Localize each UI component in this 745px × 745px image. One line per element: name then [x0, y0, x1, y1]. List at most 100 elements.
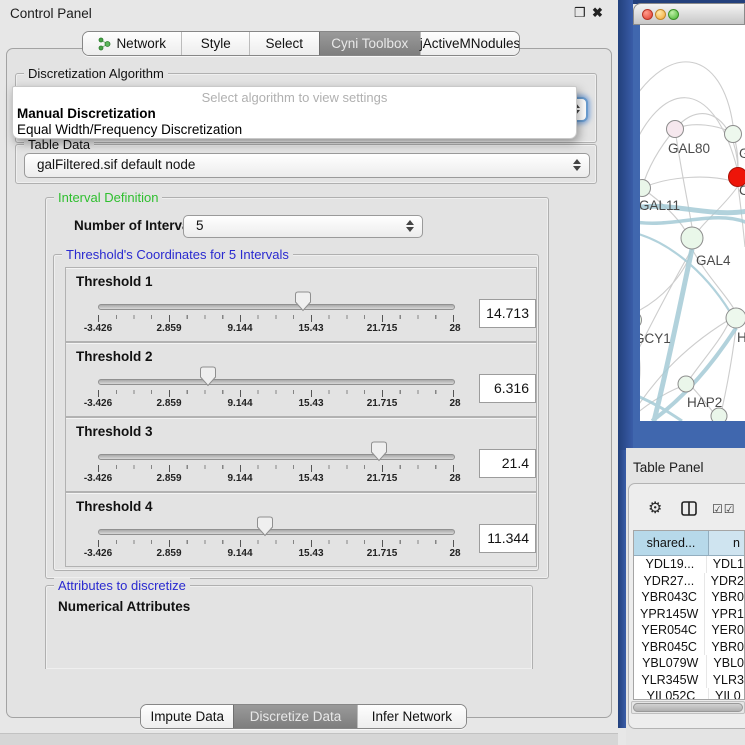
cell[interactable]: YBL0: [707, 655, 744, 672]
node-h[interactable]: [726, 308, 745, 328]
node-gal11[interactable]: [640, 180, 651, 197]
table-data-select[interactable]: galFiltered.sif default node: [24, 153, 590, 178]
gear-icon[interactable]: ⚙: [648, 498, 662, 518]
table-row[interactable]: YBR043CYBR0: [634, 589, 744, 606]
tick-label: 15.43: [298, 548, 323, 559]
table-row[interactable]: YDL19...YDL1: [634, 556, 744, 573]
network-window-titlebar[interactable]: [633, 3, 745, 25]
stepper-arrows-icon: [406, 220, 414, 232]
cell[interactable]: YBR043C: [634, 589, 705, 606]
group-title: Threshold's Coordinates for 5 Intervals: [62, 247, 293, 262]
zoom-traffic-light-icon[interactable]: [668, 9, 679, 20]
close-traffic-light-icon[interactable]: [642, 9, 653, 20]
control-panel-window: Control Panel ❒ ✖ Network Style Select C…: [0, 0, 618, 745]
cell[interactable]: YIL0: [709, 688, 744, 700]
network-graph: GAL80 G C GAL11 GAL4 GCY1 H HAP2: [640, 25, 745, 421]
dropdown-option-equal-width-frequency[interactable]: Equal Width/Frequency Discretization: [17, 122, 242, 137]
cell[interactable]: YDR2: [705, 573, 744, 590]
node-label: GCY1: [640, 331, 671, 346]
tick-label: 28: [449, 323, 460, 334]
table-row[interactable]: YBR045CYBR0: [634, 639, 744, 656]
threshold-3-value-input[interactable]: 21.4: [479, 449, 536, 478]
node-attribute-table: shared... n YDL19...YDL1 YDR27...YDR2 YB…: [633, 530, 745, 700]
threshold-4-value-input[interactable]: 11.344: [479, 524, 536, 553]
threshold-1-slider-track[interactable]: [98, 304, 455, 310]
node-gal80[interactable]: [667, 121, 684, 138]
network-canvas[interactable]: GAL80 G C GAL11 GAL4 GCY1 H HAP2: [640, 25, 745, 421]
table-row[interactable]: YBL079WYBL0: [634, 655, 744, 672]
cell[interactable]: YBR045C: [634, 639, 705, 656]
tab-jactivemnodules[interactable]: jActiveMNodules: [420, 32, 519, 55]
threshold-1-panel: Threshold 1 -3.426 2.859 9.144 15.43 21.…: [65, 267, 537, 342]
cell[interactable]: YDL1: [707, 556, 744, 573]
threshold-3-panel: Threshold 3 -3.426 2.859 9.144 15.43 21.…: [65, 417, 537, 492]
columns-icon[interactable]: [681, 501, 697, 516]
cell[interactable]: YER054C: [634, 622, 705, 639]
tab-discretize-data[interactable]: Discretize Data: [233, 705, 356, 728]
table-row[interactable]: YLR345WYLR3: [634, 672, 744, 689]
threshold-3-slider-handle[interactable]: [370, 441, 388, 462]
threshold-2-value-input[interactable]: 6.316: [479, 374, 536, 403]
threshold-label: Threshold 3: [76, 424, 153, 439]
node-gal4[interactable]: [681, 227, 703, 249]
node-label: H: [737, 330, 745, 345]
cell[interactable]: YLR3: [707, 672, 744, 689]
threshold-1-slider-handle[interactable]: [294, 291, 312, 312]
threshold-3-slider-track[interactable]: [98, 454, 455, 460]
node-top-right[interactable]: [725, 126, 742, 143]
scrollbar-thumb[interactable]: [633, 703, 743, 712]
node-label: GAL11: [640, 198, 680, 213]
column-header-name[interactable]: n: [709, 531, 744, 555]
table-panel-title: Table Panel: [633, 460, 704, 475]
tick-label: 21.715: [367, 398, 398, 409]
network-nodes[interactable]: [640, 121, 745, 422]
tick-label: -3.426: [84, 398, 112, 409]
tick-label: 15.43: [298, 323, 323, 334]
tick-label: 2.859: [156, 473, 181, 484]
threshold-2-slider-handle[interactable]: [199, 366, 217, 387]
threshold-4-slider-handle[interactable]: [256, 516, 274, 537]
tab-style[interactable]: Style: [181, 32, 249, 55]
dropdown-option-manual-discretization[interactable]: Manual Discretization: [17, 106, 156, 121]
column-header-shared-name[interactable]: shared...: [634, 531, 709, 555]
dropdown-prompt-item[interactable]: Select algorithm to view settings: [13, 90, 576, 105]
selected-count: 5: [196, 218, 204, 233]
tick-label: 28: [449, 473, 460, 484]
cell[interactable]: YER0: [705, 622, 744, 639]
table-row[interactable]: YPR145WYPR1: [634, 606, 744, 623]
tab-cyni-toolbox[interactable]: Cyni Toolbox: [319, 32, 420, 55]
table-header-row: shared... n: [634, 531, 744, 556]
tab-select[interactable]: Select: [249, 32, 319, 55]
table-row[interactable]: YER054CYER0: [634, 622, 744, 639]
threshold-1-value-input[interactable]: 14.713: [479, 299, 536, 328]
tab-impute-data[interactable]: Impute Data: [141, 705, 233, 728]
table-row[interactable]: YIL052CYIL0: [634, 688, 744, 700]
minimize-traffic-light-icon[interactable]: [655, 9, 666, 20]
cell[interactable]: YPR145W: [634, 606, 705, 623]
node-gcy1[interactable]: [640, 312, 642, 329]
cell[interactable]: YDL19...: [634, 556, 707, 573]
table-row[interactable]: YDR27...YDR2: [634, 573, 744, 590]
threshold-2-slider-track[interactable]: [98, 379, 455, 385]
select-all-checkbox-icons[interactable]: ☑☑: [712, 502, 736, 516]
tick-label: 15.43: [298, 473, 323, 484]
cell[interactable]: YBR0: [705, 639, 744, 656]
cell[interactable]: YBR0: [705, 589, 744, 606]
group-title: Attributes to discretize: [54, 578, 190, 593]
tick-label: 9.144: [227, 548, 252, 559]
cell[interactable]: YIL052C: [634, 688, 709, 700]
cell[interactable]: YBL079W: [634, 655, 707, 672]
float-window-icon[interactable]: ❒: [574, 5, 586, 21]
cyni-toolbox-panel: Discretization Algorithm Table Data galF…: [6, 48, 612, 718]
node-hap2[interactable]: [678, 376, 694, 392]
cell[interactable]: YPR1: [705, 606, 744, 623]
cell[interactable]: YLR345W: [634, 672, 707, 689]
table-horizontal-scrollbar[interactable]: [631, 701, 745, 714]
number-of-intervals-label: Number of Intervals: [74, 218, 201, 233]
threshold-4-slider-track[interactable]: [98, 529, 455, 535]
tab-network[interactable]: Network: [83, 32, 181, 55]
tab-infer-network[interactable]: Infer Network: [357, 705, 466, 728]
number-of-intervals-select[interactable]: 5: [183, 215, 423, 238]
close-icon[interactable]: ✖: [592, 5, 603, 21]
cell[interactable]: YDR27...: [634, 573, 705, 590]
